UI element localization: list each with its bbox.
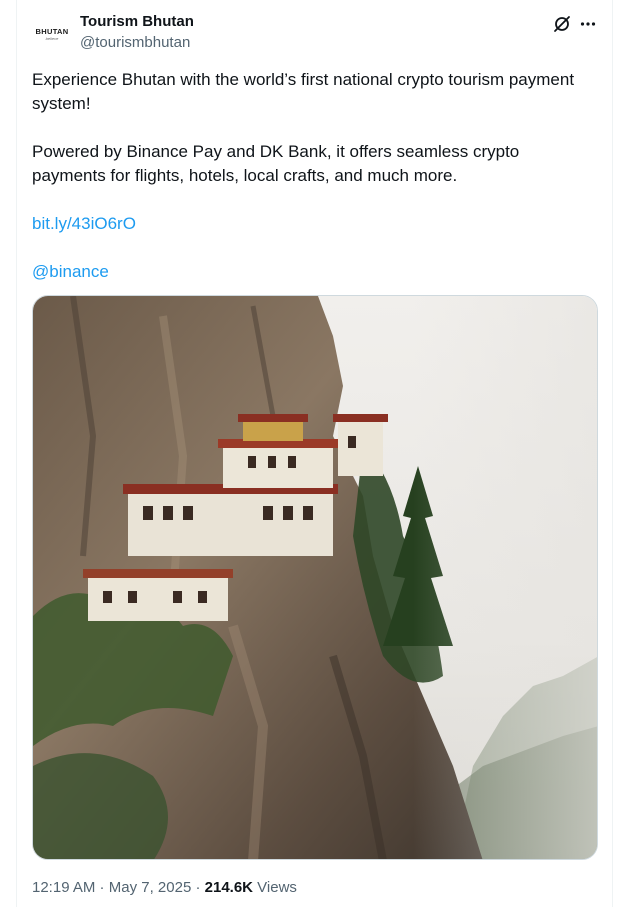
more-icon[interactable] — [578, 14, 598, 34]
tweet-link[interactable]: bit.ly/43iO6rO — [32, 214, 136, 233]
avatar[interactable]: BHUTAN believe — [32, 14, 72, 54]
display-name[interactable]: Tourism Bhutan — [80, 13, 194, 30]
grok-icon[interactable] — [552, 14, 572, 34]
meta-separator-1: · — [95, 879, 109, 896]
tweet-media[interactable] — [32, 295, 598, 860]
tweet-time[interactable]: 12:19 AM — [32, 879, 95, 896]
views-count: 214.6K — [204, 879, 254, 896]
views-label: Views — [253, 879, 297, 896]
tweet-paragraph-2: Powered by Binance Pay and DK Bank, it o… — [32, 142, 520, 185]
tweet-date[interactable]: May 7, 2025 — [109, 879, 192, 896]
tweet-paragraph-1: Experience Bhutan with the world’s first… — [32, 70, 575, 113]
tweet-meta: 12:19 AM · May 7, 2025 · 214.6K Views — [32, 879, 297, 896]
meta-separator-2: · — [191, 879, 205, 896]
avatar-sub-text: believe — [45, 35, 59, 41]
mention-link[interactable]: @binance — [32, 262, 109, 281]
avatar-brand-text: BHUTAN — [35, 26, 69, 36]
account-handle[interactable]: @tourismbhutan — [80, 34, 190, 51]
cliffside-monastery-photo — [33, 296, 597, 859]
tweet-text: Experience Bhutan with the world’s first… — [32, 68, 592, 284]
